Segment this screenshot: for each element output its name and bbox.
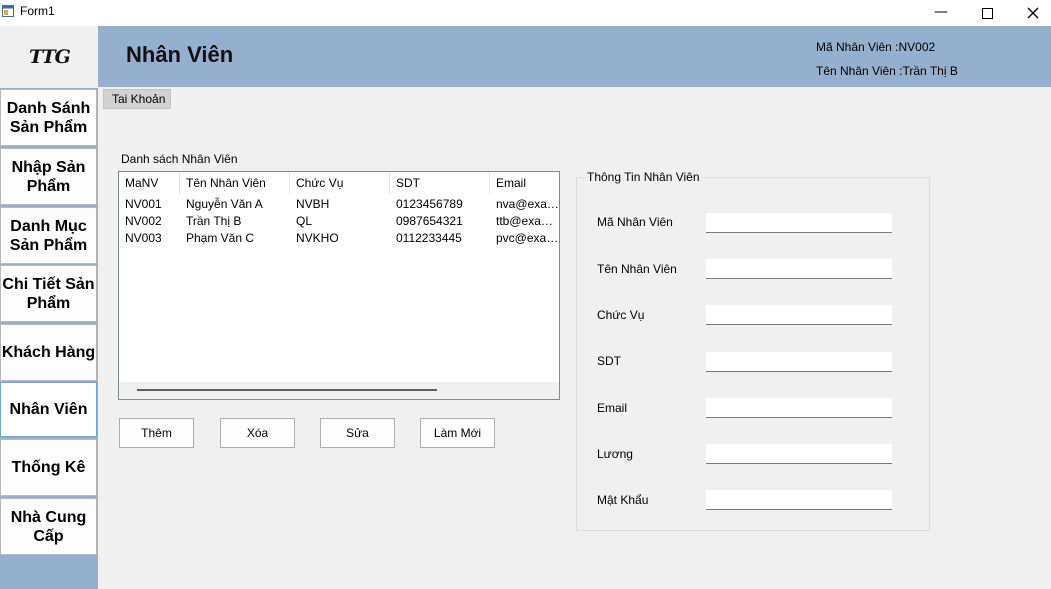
cell-manv: NV002 [125, 214, 162, 228]
sidebar-item-suppliers[interactable]: Nhà Cung Cấp [0, 498, 97, 555]
minimize-icon: — [934, 4, 948, 20]
sidebar-item-statistics[interactable]: Thống Kê [0, 439, 97, 496]
window-titlebar: Form1 — [0, 0, 1051, 26]
cell-position: NVBH [296, 197, 330, 211]
scrollbar-thumb[interactable] [137, 389, 437, 391]
employee-listview[interactable]: MaNV Tên Nhân Viên Chức Vụ SDT Email NV0… [118, 171, 560, 400]
horizontal-scrollbar[interactable] [119, 382, 559, 399]
window-title: Form1 [20, 4, 55, 18]
close-button[interactable] [1010, 0, 1051, 26]
column-header-position[interactable]: Chức Vụ [290, 172, 390, 194]
close-icon [1027, 7, 1039, 19]
position-field[interactable] [706, 305, 892, 325]
cell-email: nva@exam... [496, 197, 559, 211]
listview-header: MaNV Tên Nhân Viên Chức Vụ SDT Email [119, 172, 559, 194]
column-header-email[interactable]: Email [490, 172, 559, 194]
tab-account[interactable]: Tai Khoản [103, 89, 171, 109]
table-row[interactable]: NV003 Phạm Văn C NVKHO 0112233445 pvc@ex… [119, 230, 559, 247]
sidebar-item-product-list[interactable]: Danh Sánh Sản Phẩm [0, 89, 97, 146]
cell-manv: NV001 [125, 197, 162, 211]
password-field[interactable] [706, 490, 892, 510]
cell-phone: 0112233445 [396, 231, 462, 245]
cell-email: ttb@exampl... [496, 214, 559, 228]
maximize-icon [981, 8, 993, 19]
delete-button[interactable]: Xóa [220, 418, 295, 448]
sidebar-item-customers[interactable]: Khách Hàng [0, 324, 97, 381]
edit-button[interactable]: Sửa [320, 418, 395, 448]
current-employee-name: Tên Nhân Viên :Trần Thị B [816, 64, 958, 78]
maximize-button[interactable] [964, 0, 1010, 26]
table-row[interactable]: NV002 Trần Thị B QL 0987654321 ttb@examp… [119, 213, 559, 230]
cell-position: NVKHO [296, 231, 339, 245]
cell-email: pvc@exam... [496, 231, 559, 245]
reset-button[interactable]: Làm Mới [420, 418, 495, 448]
add-button[interactable]: Thêm [119, 418, 194, 448]
employee-id-field[interactable] [706, 213, 892, 233]
page-header: Nhân Viên Mã Nhân Viên :NV002 Tên Nhân V… [98, 26, 1051, 87]
current-employee-id: Mã Nhân Viên :NV002 [816, 40, 936, 54]
salary-label: Lương [597, 447, 633, 461]
page-title: Nhân Viên [126, 42, 234, 67]
phone-field[interactable] [706, 352, 892, 372]
cell-manv: NV003 [125, 231, 162, 245]
sidebar-item-employees[interactable]: Nhân Viên [0, 382, 97, 437]
table-row[interactable]: NV001 Nguyễn Văn A NVBH 0123456789 nva@e… [119, 196, 559, 213]
employee-name-label: Tên Nhân Viên [597, 262, 677, 276]
column-header-name[interactable]: Tên Nhân Viên [180, 172, 290, 194]
logo-text: TTG [29, 46, 71, 68]
logo: TTG [0, 26, 98, 88]
employee-name-field[interactable] [706, 259, 892, 279]
cell-phone: 0987654321 [396, 214, 463, 228]
position-label: Chức Vụ [597, 308, 645, 322]
email-label: Email [597, 401, 628, 415]
column-header-phone[interactable]: SDT [390, 172, 490, 194]
password-label: Mật Khẩu [597, 493, 649, 507]
sidebar-item-import-products[interactable]: Nhập Sản Phẩm [0, 148, 97, 205]
email-field[interactable] [706, 398, 892, 418]
cell-phone: 0123456789 [396, 197, 463, 211]
employee-list-caption: Danh sách Nhân Viên [121, 152, 238, 166]
employee-info-legend: Thông Tin Nhân Viên [585, 170, 702, 184]
app-icon [2, 5, 14, 17]
sidebar-item-product-categories[interactable]: Danh Mục Sản Phẩm [0, 207, 97, 264]
phone-label: SDT [597, 354, 621, 368]
cell-name: Nguyễn Văn A [186, 197, 263, 211]
column-header-manv[interactable]: MaNV [119, 172, 180, 194]
cell-name: Phạm Văn C [186, 231, 255, 245]
cell-name: Trần Thị B [186, 214, 242, 228]
salary-field[interactable] [706, 444, 892, 464]
employee-id-label: Mã Nhân Viên [597, 215, 673, 229]
minimize-button[interactable]: — [918, 0, 964, 26]
cell-position: QL [296, 214, 313, 228]
sidebar-item-product-details[interactable]: Chi Tiết Sản Phẩm [0, 265, 97, 322]
